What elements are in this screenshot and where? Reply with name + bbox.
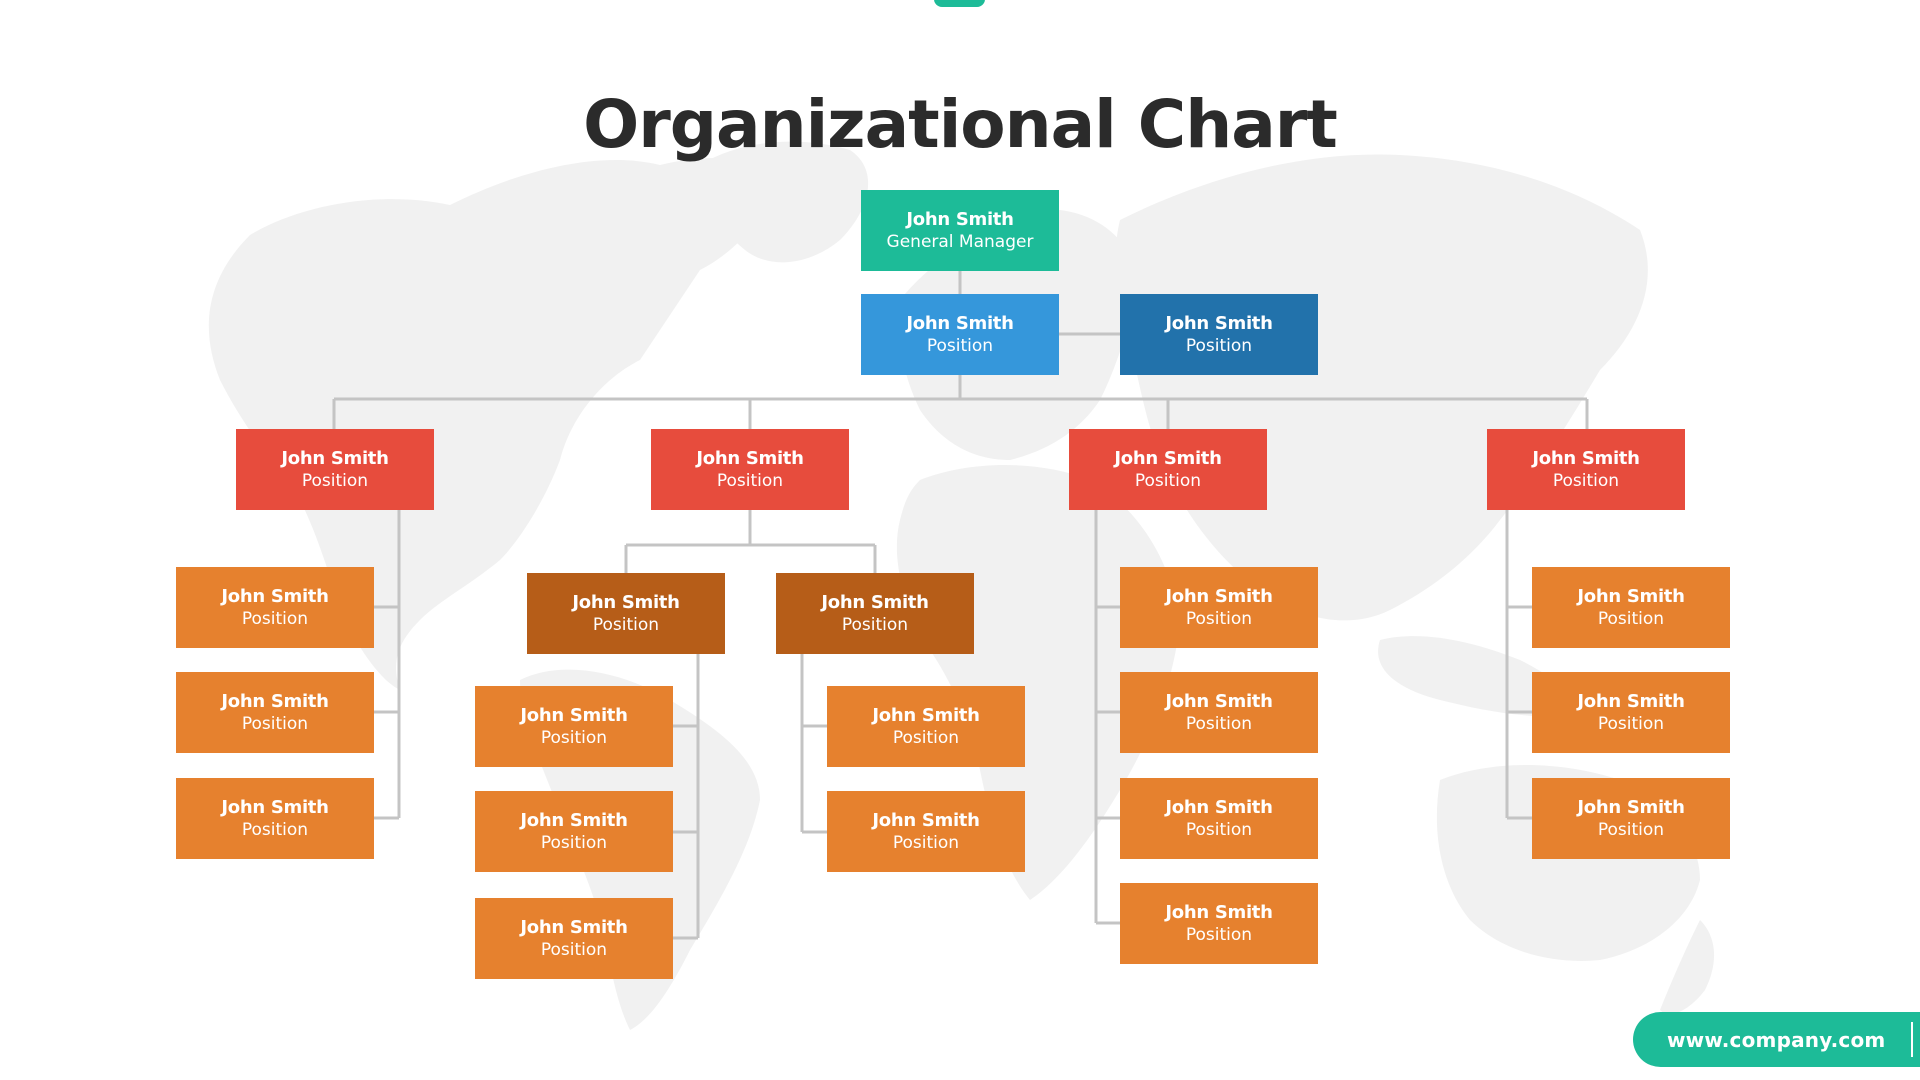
company-url-link[interactable]: www.company.com: [1667, 1028, 1885, 1052]
node-role: Position: [540, 832, 608, 853]
org-node-department-head-4[interactable]: John Smith Position: [1487, 429, 1685, 510]
org-node-sub-manager-2[interactable]: John Smith Position: [776, 573, 974, 654]
org-node-staff[interactable]: John Smith Position: [176, 567, 374, 648]
org-node-staff[interactable]: John Smith Position: [1120, 672, 1318, 753]
node-role: Position: [892, 727, 960, 748]
node-role: Position: [841, 614, 909, 635]
node-role: Position: [926, 335, 994, 356]
node-role: Position: [1597, 713, 1665, 734]
org-node-assistant-secondary[interactable]: John Smith Position: [1120, 294, 1318, 375]
org-node-department-head-1[interactable]: John Smith Position: [236, 429, 434, 510]
org-node-staff[interactable]: John Smith Position: [475, 686, 673, 767]
node-role: Position: [1597, 608, 1665, 629]
node-name: John Smith: [221, 796, 329, 818]
node-name: John Smith: [821, 591, 929, 613]
node-role: Position: [1185, 924, 1253, 945]
node-name: John Smith: [906, 208, 1014, 230]
node-role: Position: [892, 832, 960, 853]
node-role: Position: [241, 608, 309, 629]
org-node-staff[interactable]: John Smith Position: [827, 686, 1025, 767]
footer-url-pill[interactable]: www.company.com: [1633, 1012, 1920, 1067]
node-name: John Smith: [221, 585, 329, 607]
org-node-sub-manager-1[interactable]: John Smith Position: [527, 573, 725, 654]
node-role: Position: [716, 470, 784, 491]
org-node-staff[interactable]: John Smith Position: [176, 778, 374, 859]
node-name: John Smith: [872, 809, 980, 831]
node-name: John Smith: [1165, 796, 1273, 818]
org-node-staff[interactable]: John Smith Position: [1532, 672, 1730, 753]
node-role: Position: [1597, 819, 1665, 840]
node-name: John Smith: [1165, 585, 1273, 607]
node-name: John Smith: [520, 704, 628, 726]
org-node-staff[interactable]: John Smith Position: [1120, 567, 1318, 648]
node-role: Position: [241, 819, 309, 840]
node-name: John Smith: [1165, 901, 1273, 923]
top-accent-tab: [934, 0, 985, 7]
node-name: John Smith: [281, 447, 389, 469]
org-node-staff[interactable]: John Smith Position: [475, 898, 673, 979]
node-name: John Smith: [696, 447, 804, 469]
org-node-general-manager[interactable]: John Smith General Manager: [861, 190, 1059, 271]
node-role: Position: [540, 939, 608, 960]
node-role: General Manager: [886, 231, 1034, 252]
node-role: Position: [1185, 608, 1253, 629]
org-node-staff[interactable]: John Smith Position: [176, 672, 374, 753]
node-role: Position: [241, 713, 309, 734]
node-role: Position: [1185, 335, 1253, 356]
node-name: John Smith: [1165, 690, 1273, 712]
node-role: Position: [592, 614, 660, 635]
node-role: Position: [540, 727, 608, 748]
org-node-assistant[interactable]: John Smith Position: [861, 294, 1059, 375]
node-role: Position: [1552, 470, 1620, 491]
org-node-department-head-2[interactable]: John Smith Position: [651, 429, 849, 510]
org-node-staff[interactable]: John Smith Position: [1532, 567, 1730, 648]
org-node-staff[interactable]: John Smith Position: [475, 791, 673, 872]
node-role: Position: [1134, 470, 1202, 491]
node-name: John Smith: [520, 916, 628, 938]
node-name: John Smith: [906, 312, 1014, 334]
node-role: Position: [301, 470, 369, 491]
node-name: John Smith: [1577, 690, 1685, 712]
node-name: John Smith: [1577, 585, 1685, 607]
node-name: John Smith: [1577, 796, 1685, 818]
node-role: Position: [1185, 713, 1253, 734]
node-name: John Smith: [1165, 312, 1273, 334]
org-node-staff[interactable]: John Smith Position: [1120, 883, 1318, 964]
node-name: John Smith: [872, 704, 980, 726]
node-name: John Smith: [520, 809, 628, 831]
node-name: John Smith: [1114, 447, 1222, 469]
node-name: John Smith: [572, 591, 680, 613]
org-node-department-head-3[interactable]: John Smith Position: [1069, 429, 1267, 510]
node-name: John Smith: [221, 690, 329, 712]
org-node-staff[interactable]: John Smith Position: [1120, 778, 1318, 859]
node-name: John Smith: [1532, 447, 1640, 469]
footer-divider: [1911, 1022, 1913, 1057]
org-node-staff[interactable]: John Smith Position: [1532, 778, 1730, 859]
node-role: Position: [1185, 819, 1253, 840]
org-node-staff[interactable]: John Smith Position: [827, 791, 1025, 872]
page-title: Organizational Chart: [583, 86, 1338, 164]
